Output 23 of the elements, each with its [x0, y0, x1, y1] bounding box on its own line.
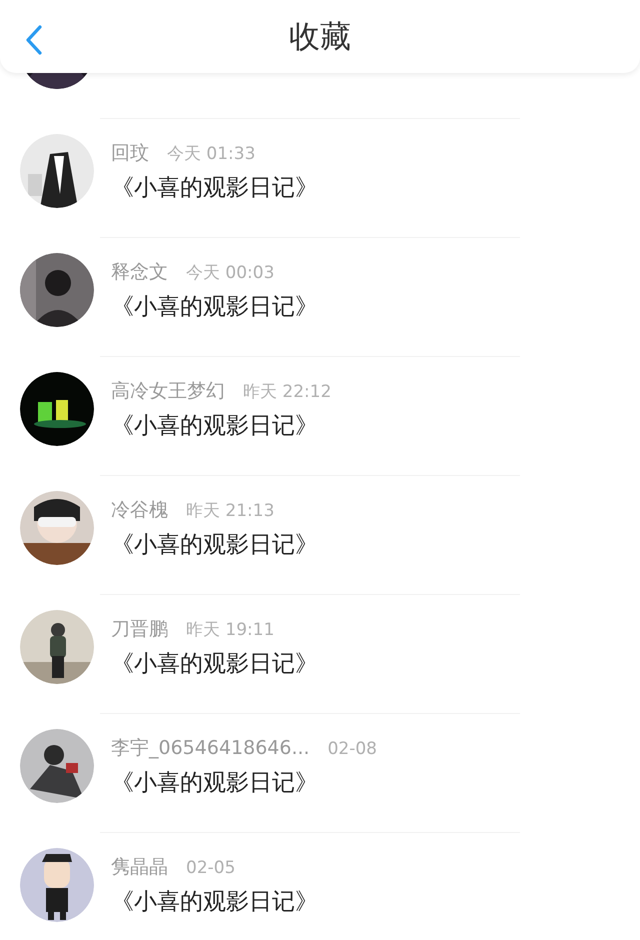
timestamp: 昨天 22:12: [243, 381, 332, 403]
user-name: 隽晶晶: [111, 855, 168, 880]
user-name: 李宇_06546418646...: [111, 736, 310, 761]
user-name: 回玟: [111, 141, 149, 166]
timestamp: 02-05: [186, 858, 236, 878]
work-title[interactable]: 《小喜的观影日记》: [111, 529, 318, 561]
work-title[interactable]: 《小喜的观影日记》: [111, 886, 318, 918]
work-title[interactable]: 《小喜的观影日记》: [111, 172, 318, 204]
work-title[interactable]: 《小喜的观影日记》: [111, 648, 318, 680]
page-title: 收藏: [289, 18, 351, 56]
user-name: 冷谷槐: [111, 498, 168, 523]
user-name: 刀晋鹏: [111, 617, 168, 642]
user-name: 释念文: [111, 260, 168, 285]
timestamp: 今天 00:03: [186, 262, 274, 284]
timestamp: 02-08: [328, 739, 377, 759]
timestamp: 今天 01:33: [167, 143, 256, 165]
work-title[interactable]: 《小喜的观影日记》: [111, 291, 318, 323]
back-icon[interactable]: [24, 24, 44, 56]
work-title[interactable]: 《小喜的观影日记》: [111, 410, 332, 442]
timestamp: 昨天 21:13: [186, 500, 274, 522]
work-title[interactable]: 《小喜的观影日记》: [111, 767, 377, 799]
timestamp: 昨天 19:11: [186, 619, 274, 641]
user-name: 高冷女王梦幻: [111, 379, 225, 404]
